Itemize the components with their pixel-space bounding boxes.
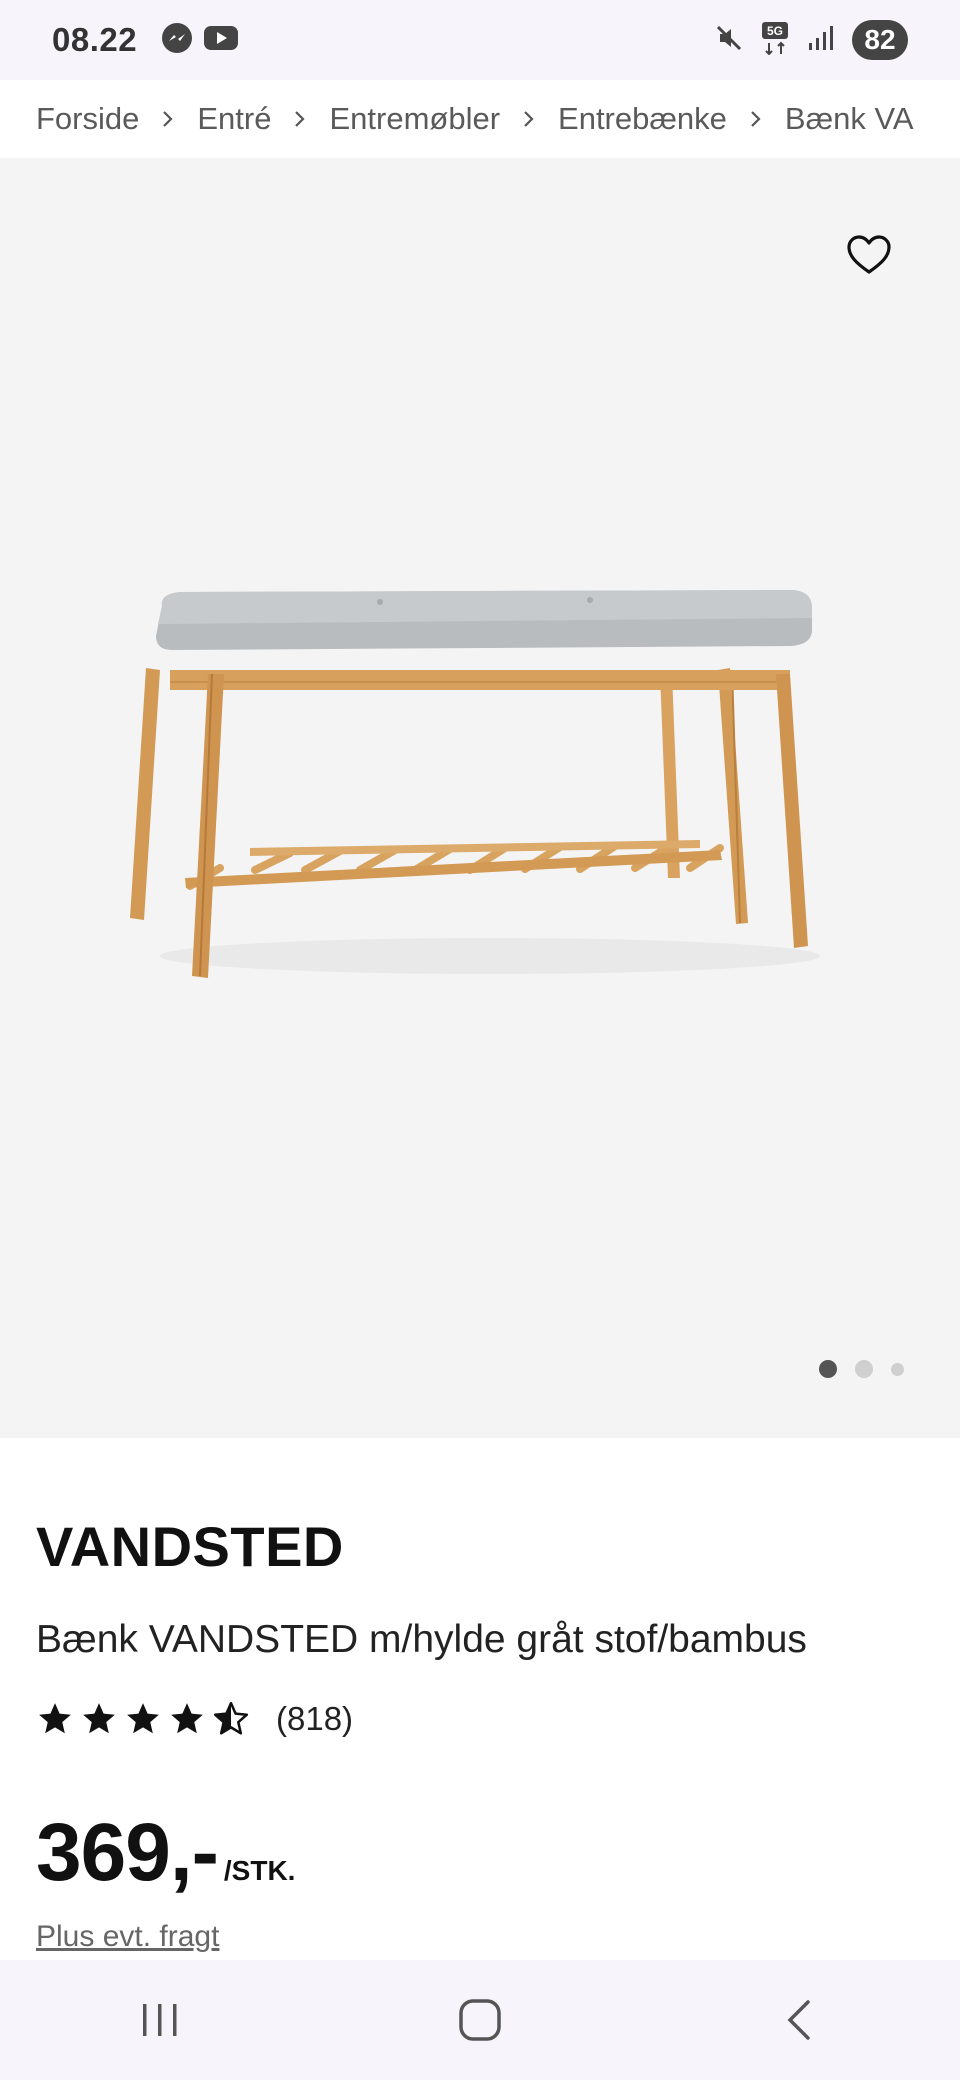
back-icon	[787, 2000, 810, 2040]
gallery-dot[interactable]	[891, 1362, 904, 1376]
system-nav-bar	[0, 1960, 960, 2080]
product-rating[interactable]: (818)	[36, 1700, 353, 1738]
heart-icon	[847, 235, 891, 274]
status-app-icons	[161, 22, 239, 59]
chevron-right-icon	[161, 109, 175, 129]
breadcrumb-item-forside[interactable]: Forside	[36, 101, 139, 137]
star-full-icon	[127, 1703, 159, 1734]
star-rating	[36, 1700, 250, 1738]
battery-indicator: 82	[852, 20, 908, 60]
product-price: 369,-	[36, 1807, 219, 1898]
star-half-icon	[213, 1701, 249, 1735]
star-full-icon	[171, 1703, 203, 1734]
product-name: Bænk VANDSTED m/hylde gråt stof/bambus	[36, 1618, 807, 1661]
gallery-dot[interactable]	[855, 1360, 873, 1378]
mute-icon	[714, 23, 744, 58]
product-gallery[interactable]	[0, 158, 960, 1438]
youtube-icon	[203, 24, 239, 57]
home-icon	[459, 1999, 501, 2041]
status-time: 08.22	[52, 21, 138, 58]
shipping-link[interactable]: Plus evt. fragt	[36, 1920, 219, 1954]
breadcrumb-item-current[interactable]: Bænk VA	[785, 101, 914, 137]
home-button[interactable]	[420, 1980, 540, 2060]
recent-apps-button[interactable]	[100, 1980, 220, 2060]
chevron-right-icon	[749, 109, 763, 129]
chevron-right-icon	[522, 109, 536, 129]
breadcrumb: Forside Entré Entremøbler Entrebænke Bæn…	[0, 80, 960, 158]
5g-icon: 5G	[760, 21, 790, 60]
gallery-dot-active[interactable]	[819, 1360, 837, 1378]
back-button[interactable]	[740, 1980, 860, 2060]
price-row: 369,- /STK.	[36, 1806, 295, 1900]
signal-icon	[806, 23, 836, 58]
star-full-icon	[83, 1703, 115, 1734]
breadcrumb-item-entremobler[interactable]: Entremøbler	[329, 101, 500, 137]
rating-count: (818)	[276, 1700, 354, 1737]
star-full-icon	[39, 1703, 71, 1734]
breadcrumb-item-entrebaenke[interactable]: Entrebænke	[558, 101, 727, 137]
status-right: 5G 82	[714, 20, 908, 60]
product-brand: VANDSTED	[36, 1515, 344, 1578]
recent-apps-icon	[143, 2004, 177, 2036]
wishlist-button[interactable]	[844, 230, 894, 280]
product-image	[130, 590, 820, 978]
chevron-right-icon	[293, 109, 307, 129]
price-unit: /STK.	[223, 1855, 296, 1886]
svg-text:5G: 5G	[767, 24, 783, 38]
messenger-icon	[161, 22, 193, 59]
status-bar: 08.22 5G 82	[0, 0, 960, 80]
gallery-pagination	[819, 1360, 904, 1378]
breadcrumb-item-entre[interactable]: Entré	[197, 101, 271, 137]
